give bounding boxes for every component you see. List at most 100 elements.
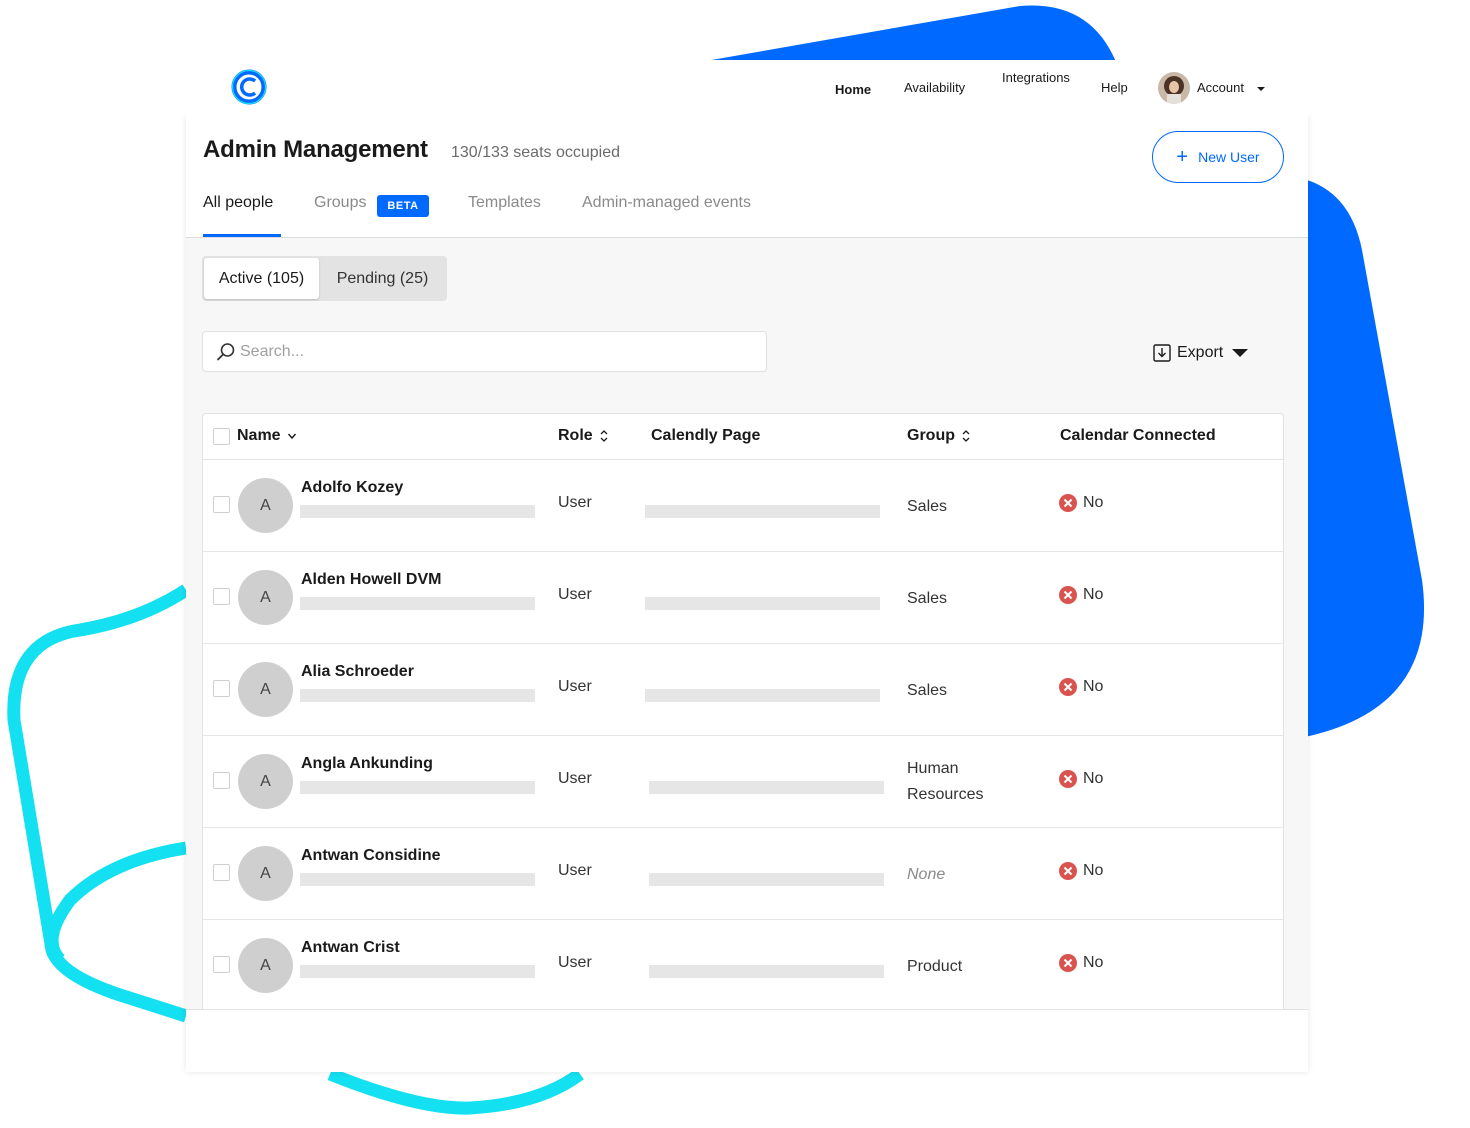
tab-all-people[interactable]: All people [203,194,273,212]
calendar-status-text: No [1083,678,1104,695]
user-group: Product [907,958,963,975]
email-placeholder-bar [300,505,535,518]
avatar: A [238,938,293,993]
table-row[interactable]: A Alden Howell DVM User Sales No [203,552,1283,644]
chevron-down-icon [287,433,296,440]
row-checkbox[interactable] [213,956,230,973]
sort-icon [962,430,970,442]
user-group: None [907,866,946,883]
export-button[interactable]: Export [1153,341,1249,365]
row-checkbox[interactable] [213,496,230,513]
chevron-down-icon[interactable] [1257,87,1265,91]
column-calendar-connected-label: Calendar Connected [1060,427,1216,444]
segment-active[interactable]: Active (105) [204,258,319,299]
blue-shape-right [1300,178,1425,738]
seats-count: 130/133 seats occupied [451,144,621,161]
page-title: Admin Management [203,136,428,163]
user-name[interactable]: Alden Howell DVM [301,571,441,589]
error-x-icon [1059,862,1077,880]
tab-groups[interactable]: Groups [314,194,366,212]
column-role[interactable]: Role [558,427,609,445]
email-placeholder-bar [300,873,535,886]
user-group: Human Resources [907,760,984,803]
row-checkbox[interactable] [213,864,230,881]
plus-icon: + [1176,146,1189,168]
calendar-status-text: No [1083,770,1104,787]
cyan-loop-inner [45,841,188,965]
error-x-icon [1059,586,1077,604]
nav-integrations[interactable]: Integrations [1002,70,1074,86]
column-group[interactable]: Group [907,427,971,445]
calendar-status-text: No [1083,494,1104,511]
calendar-status: No [1059,678,1103,696]
account-avatar[interactable] [1158,72,1190,104]
column-calendly-page: Calendly Page [651,427,760,445]
users-table: Name Role Calendly Page Group Calendar C… [202,413,1284,1072]
search-icon [217,343,235,361]
error-x-icon [1059,678,1077,696]
blue-shape-top [700,5,1116,62]
column-calendar-connected: Calendar Connected [1060,427,1216,445]
segment-pending[interactable]: Pending (25) [320,258,445,299]
tab-templates[interactable]: Templates [468,194,541,212]
user-role: User [558,770,592,787]
top-navigation: Home Availability Integrations Help Acco… [186,60,1308,116]
avatar: A [238,846,293,901]
column-name[interactable]: Name [237,427,297,445]
table-row[interactable]: A Alia Schroeder User Sales No [203,644,1283,736]
column-role-label: Role [558,427,593,444]
select-all-checkbox[interactable] [213,428,230,445]
user-role: User [558,678,592,695]
search-input[interactable] [240,336,750,368]
caret-down-icon [1232,349,1249,357]
user-group: Sales [907,682,948,699]
calendly-page-placeholder-bar [649,965,884,978]
status-segmented-control: Active (105) Pending (25) [202,256,447,301]
beta-badge: BETA [377,195,429,217]
calendly-page-placeholder-bar [645,505,880,518]
column-calendly-page-label: Calendly Page [651,427,761,444]
calendar-status: No [1059,494,1103,512]
email-placeholder-bar [300,689,535,702]
email-placeholder-bar [300,965,535,978]
cyan-loop [7,584,190,1023]
column-name-label: Name [237,427,281,444]
row-checkbox[interactable] [213,680,230,697]
user-group: Sales [907,590,948,607]
row-checkbox[interactable] [213,588,230,605]
row-checkbox[interactable] [213,772,230,789]
user-name[interactable]: Angla Ankunding [301,755,433,773]
card-header: Admin Management 130/133 seats occupied … [186,116,1308,238]
nav-availability[interactable]: Availability [904,80,965,96]
avatar: A [238,478,293,533]
calendly-page-placeholder-bar [649,873,884,886]
new-user-button[interactable]: + New User [1152,131,1284,183]
nav-home[interactable]: Home [835,82,871,98]
table-row[interactable]: A Adolfo Kozey User Sales No [203,460,1283,552]
calendly-logo-icon[interactable] [230,68,268,106]
user-role: User [558,494,592,511]
download-icon [1153,344,1171,362]
table-row[interactable]: A Angla Ankunding User Human Resources N… [203,736,1283,828]
error-x-icon [1059,770,1077,788]
tab-admin-managed-events[interactable]: Admin-managed events [582,194,751,212]
user-name[interactable]: Antwan Considine [301,847,441,865]
table-header: Name Role Calendly Page Group Calendar C… [203,414,1283,460]
nav-account[interactable]: Account [1197,80,1244,96]
calendly-page-placeholder-bar [645,597,880,610]
calendly-page-placeholder-bar [645,689,880,702]
user-role: User [558,586,592,603]
user-group: Sales [907,498,948,515]
calendar-status: No [1059,586,1103,604]
export-label: Export [1177,344,1224,361]
table-row[interactable]: A Antwan Considine User None No [203,828,1283,920]
table-row[interactable]: A Antwan Crist User Product No [203,920,1283,1012]
sort-icon [600,430,608,442]
avatar: A [238,754,293,809]
user-name[interactable]: Alia Schroeder [301,663,414,681]
nav-help[interactable]: Help [1101,80,1128,96]
email-placeholder-bar [300,597,535,610]
user-name[interactable]: Antwan Crist [301,939,400,957]
user-role: User [558,862,592,879]
user-name[interactable]: Adolfo Kozey [301,479,403,497]
